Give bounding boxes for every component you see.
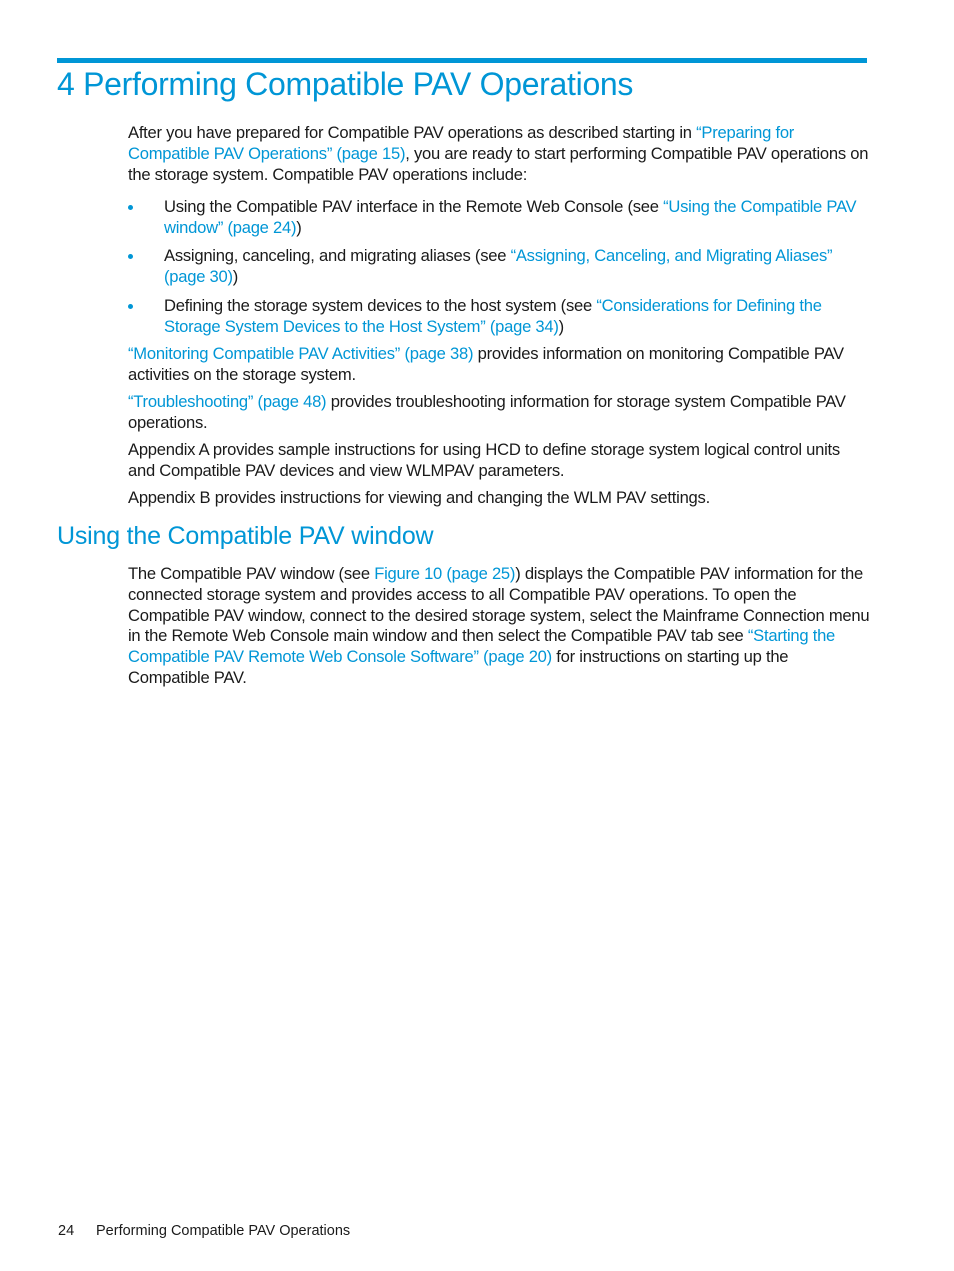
link-troubleshooting[interactable]: “Troubleshooting” (page 48): [128, 392, 327, 411]
list-item-tail: ): [232, 266, 239, 286]
bullet-icon: [128, 254, 133, 259]
list-item-tail: ): [296, 217, 302, 237]
list-item-tail: ): [558, 316, 565, 336]
section-paragraph: The Compatible PAV window (see Figure 10…: [128, 564, 870, 689]
bullet-icon: [128, 304, 133, 309]
intro-paragraph: After you have prepared for Compatible P…: [128, 123, 870, 185]
monitoring-paragraph: “Monitoring Compatible PAV Activities” (…: [128, 344, 870, 386]
link-monitoring[interactable]: “Monitoring Compatible PAV Activities” (…: [128, 344, 473, 363]
chapter-top-rule: [57, 58, 867, 63]
list-item-text: Defining the storage system devices to t…: [164, 296, 597, 315]
page-number: 24: [58, 1223, 75, 1239]
bullet-icon: [128, 205, 133, 210]
list-item: Using the Compatible PAV interface in th…: [128, 197, 870, 239]
intro-text: After you have prepared for Compatible P…: [128, 123, 697, 142]
chapter-title: 4 Performing Compatible PAV Operations: [57, 66, 634, 102]
list-item-text: Using the Compatible PAV interface in th…: [164, 197, 664, 216]
troubleshooting-paragraph: “Troubleshooting” (page 48) provides tro…: [128, 392, 870, 434]
list-item: Assigning, canceling, and migrating alia…: [128, 246, 870, 288]
appendix-a-paragraph: Appendix A provides sample instructions …: [128, 440, 840, 480]
list-item-text: Assigning, canceling, and migrating alia…: [164, 246, 511, 265]
appendix-b-paragraph: Appendix B provides instructions for vie…: [128, 488, 710, 507]
running-title: Performing Compatible PAV Operations: [96, 1223, 351, 1239]
section-title: Using the Compatible PAV window: [57, 522, 434, 550]
page-footer: 24 Performing Compatible PAV Operations: [58, 1223, 350, 1239]
link-figure-10[interactable]: Figure 10 (page 25): [374, 564, 515, 583]
paragraph-text: The Compatible PAV window (see: [128, 564, 375, 583]
list-item: Defining the storage system devices to t…: [128, 296, 870, 338]
